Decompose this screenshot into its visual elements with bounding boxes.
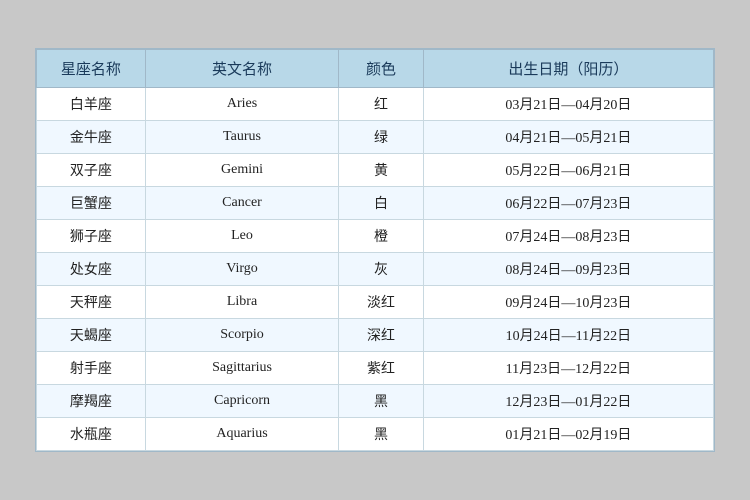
cell-zodiac-color: 黄 bbox=[339, 154, 424, 187]
cell-zodiac-en: Libra bbox=[145, 286, 338, 319]
cell-zodiac-color: 橙 bbox=[339, 220, 424, 253]
cell-zodiac-date: 12月23日—01月22日 bbox=[423, 385, 713, 418]
cell-zodiac-date: 04月21日—05月21日 bbox=[423, 121, 713, 154]
cell-zodiac-name: 射手座 bbox=[37, 352, 146, 385]
cell-zodiac-color: 黑 bbox=[339, 418, 424, 451]
table-row: 金牛座Taurus绿04月21日—05月21日 bbox=[37, 121, 714, 154]
cell-zodiac-en: Capricorn bbox=[145, 385, 338, 418]
table-row: 天秤座Libra淡红09月24日—10月23日 bbox=[37, 286, 714, 319]
zodiac-table-wrapper: 星座名称 英文名称 颜色 出生日期（阳历） 白羊座Aries红03月21日—04… bbox=[35, 48, 715, 452]
header-col1: 星座名称 bbox=[37, 50, 146, 88]
cell-zodiac-name: 白羊座 bbox=[37, 88, 146, 121]
cell-zodiac-en: Gemini bbox=[145, 154, 338, 187]
cell-zodiac-color: 红 bbox=[339, 88, 424, 121]
table-row: 巨蟹座Cancer白06月22日—07月23日 bbox=[37, 187, 714, 220]
cell-zodiac-date: 07月24日—08月23日 bbox=[423, 220, 713, 253]
cell-zodiac-date: 09月24日—10月23日 bbox=[423, 286, 713, 319]
table-row: 处女座Virgo灰08月24日—09月23日 bbox=[37, 253, 714, 286]
cell-zodiac-name: 天秤座 bbox=[37, 286, 146, 319]
cell-zodiac-date: 06月22日—07月23日 bbox=[423, 187, 713, 220]
cell-zodiac-en: Leo bbox=[145, 220, 338, 253]
header-col4: 出生日期（阳历） bbox=[423, 50, 713, 88]
table-row: 水瓶座Aquarius黑01月21日—02月19日 bbox=[37, 418, 714, 451]
cell-zodiac-name: 水瓶座 bbox=[37, 418, 146, 451]
cell-zodiac-date: 01月21日—02月19日 bbox=[423, 418, 713, 451]
table-row: 射手座Sagittarius紫红11月23日—12月22日 bbox=[37, 352, 714, 385]
cell-zodiac-color: 淡红 bbox=[339, 286, 424, 319]
header-col3: 颜色 bbox=[339, 50, 424, 88]
cell-zodiac-color: 深红 bbox=[339, 319, 424, 352]
table-row: 狮子座Leo橙07月24日—08月23日 bbox=[37, 220, 714, 253]
cell-zodiac-en: Taurus bbox=[145, 121, 338, 154]
cell-zodiac-date: 10月24日—11月22日 bbox=[423, 319, 713, 352]
cell-zodiac-color: 白 bbox=[339, 187, 424, 220]
cell-zodiac-en: Scorpio bbox=[145, 319, 338, 352]
table-row: 摩羯座Capricorn黑12月23日—01月22日 bbox=[37, 385, 714, 418]
cell-zodiac-en: Virgo bbox=[145, 253, 338, 286]
cell-zodiac-name: 处女座 bbox=[37, 253, 146, 286]
cell-zodiac-name: 天蝎座 bbox=[37, 319, 146, 352]
table-row: 双子座Gemini黄05月22日—06月21日 bbox=[37, 154, 714, 187]
cell-zodiac-name: 狮子座 bbox=[37, 220, 146, 253]
cell-zodiac-color: 紫红 bbox=[339, 352, 424, 385]
cell-zodiac-name: 金牛座 bbox=[37, 121, 146, 154]
table-row: 白羊座Aries红03月21日—04月20日 bbox=[37, 88, 714, 121]
header-col2: 英文名称 bbox=[145, 50, 338, 88]
cell-zodiac-color: 灰 bbox=[339, 253, 424, 286]
cell-zodiac-color: 绿 bbox=[339, 121, 424, 154]
cell-zodiac-name: 巨蟹座 bbox=[37, 187, 146, 220]
cell-zodiac-date: 05月22日—06月21日 bbox=[423, 154, 713, 187]
cell-zodiac-name: 摩羯座 bbox=[37, 385, 146, 418]
zodiac-table: 星座名称 英文名称 颜色 出生日期（阳历） 白羊座Aries红03月21日—04… bbox=[36, 49, 714, 451]
cell-zodiac-en: Aries bbox=[145, 88, 338, 121]
cell-zodiac-name: 双子座 bbox=[37, 154, 146, 187]
cell-zodiac-color: 黑 bbox=[339, 385, 424, 418]
cell-zodiac-date: 08月24日—09月23日 bbox=[423, 253, 713, 286]
cell-zodiac-en: Aquarius bbox=[145, 418, 338, 451]
table-header-row: 星座名称 英文名称 颜色 出生日期（阳历） bbox=[37, 50, 714, 88]
cell-zodiac-date: 11月23日—12月22日 bbox=[423, 352, 713, 385]
table-row: 天蝎座Scorpio深红10月24日—11月22日 bbox=[37, 319, 714, 352]
cell-zodiac-en: Cancer bbox=[145, 187, 338, 220]
cell-zodiac-date: 03月21日—04月20日 bbox=[423, 88, 713, 121]
cell-zodiac-en: Sagittarius bbox=[145, 352, 338, 385]
